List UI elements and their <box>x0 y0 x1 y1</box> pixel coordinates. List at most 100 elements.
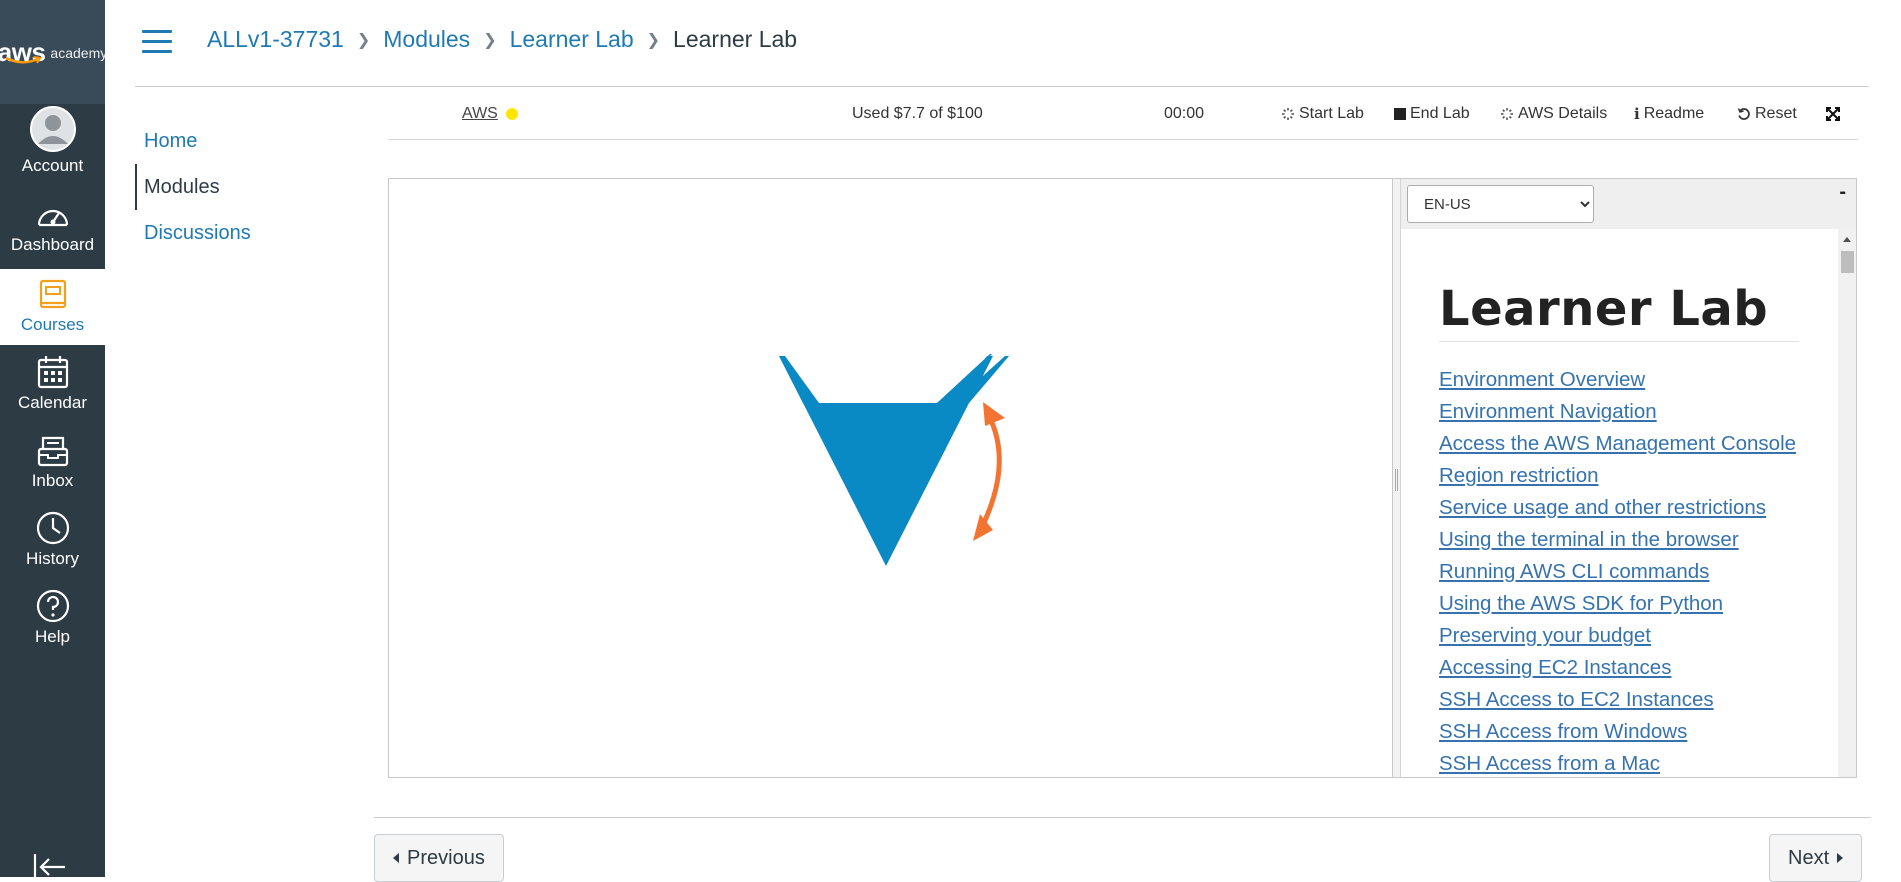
global-nav-history[interactable]: History <box>0 503 105 579</box>
stop-square-icon <box>1394 108 1406 120</box>
toc-link[interactable]: Environment Navigation <box>1439 400 1657 423</box>
expand-icon <box>1826 107 1840 121</box>
course-nav-discussions[interactable]: Discussions <box>135 210 335 256</box>
global-nav-calendar[interactable]: Calendar <box>0 347 105 423</box>
calendar-icon <box>37 347 69 389</box>
toc-link[interactable]: Preserving your budget <box>1439 624 1651 647</box>
end-lab-label: End Lab <box>1410 105 1470 122</box>
fullscreen-button[interactable] <box>1826 96 1840 132</box>
breadcrumb-separator-icon: ❯ <box>646 31 661 49</box>
toc-item: Access the AWS Management Console <box>1439 428 1799 460</box>
breadcrumb-separator-icon: ❯ <box>356 31 371 49</box>
toc-link[interactable]: Access the AWS Management Console <box>1439 432 1796 455</box>
logo-academy-text: academy <box>50 45 108 61</box>
spinner-icon <box>1501 108 1513 120</box>
scrollbar-thumb[interactable] <box>1841 251 1854 273</box>
toc-item: Preserving your budget <box>1439 620 1799 652</box>
end-lab-button[interactable]: End Lab <box>1394 96 1470 132</box>
next-label: Next <box>1788 846 1830 869</box>
reset-button[interactable]: Reset <box>1737 96 1797 132</box>
splitter-grip-icon <box>1395 469 1398 491</box>
toc-item: Using the AWS SDK for Python <box>1439 588 1799 620</box>
readme-title: Learner Lab <box>1439 281 1799 342</box>
readme-content: Learner Lab Environment Overview Environ… <box>1401 229 1856 777</box>
collapse-arrow-icon <box>33 854 65 877</box>
course-nav: Home Modules Discussions <box>135 118 335 256</box>
lab-toolbar: AWS Used $7.7 of $100 00:00 Start Lab En… <box>388 96 1858 140</box>
toc-link[interactable]: Region restriction <box>1439 464 1599 487</box>
course-nav-home[interactable]: Home <box>135 118 335 164</box>
breadcrumb-learner-lab-link[interactable]: Learner Lab <box>510 26 634 53</box>
scroll-up-arrow-icon[interactable] <box>1843 237 1851 242</box>
toc-link[interactable]: Environment Overview <box>1439 368 1645 391</box>
global-nav-label: Dashboard <box>10 235 95 254</box>
aws-console-link[interactable]: AWS <box>462 96 518 132</box>
global-nav-inbox[interactable]: Inbox <box>0 425 105 501</box>
toc-link[interactable]: SSH Access from Windows <box>1439 720 1687 743</box>
global-nav-courses[interactable]: Courses <box>0 269 105 345</box>
toc-item: SSH Access from Windows <box>1439 716 1799 748</box>
global-nav-account[interactable]: Account <box>0 106 105 186</box>
readme-scrollbar[interactable] <box>1838 229 1856 777</box>
footer-divider <box>374 817 1871 818</box>
breadcrumb-course-link[interactable]: ALLv1-37731 <box>207 26 344 53</box>
global-nav-dashboard[interactable]: Dashboard <box>0 189 105 265</box>
readme-body: Learner Lab Environment Overview Environ… <box>1439 281 1799 777</box>
start-lab-button[interactable]: Start Lab <box>1281 96 1364 132</box>
reset-label: Reset <box>1755 105 1797 122</box>
previous-label: Previous <box>407 846 485 869</box>
breadcrumb-modules-link[interactable]: Modules <box>383 26 470 53</box>
reset-icon <box>1737 108 1750 120</box>
toc-link[interactable]: SSH Access to EC2 Instances <box>1439 688 1714 711</box>
lab-frame: EN-US - Learner Lab Environment Overview… <box>388 178 1857 778</box>
caret-left-icon <box>393 853 399 863</box>
courses-icon <box>38 269 68 311</box>
account-icon <box>29 106 76 152</box>
next-button[interactable]: Next <box>1769 834 1863 882</box>
toc-link[interactable]: Using the terminal in the browser <box>1439 528 1739 551</box>
hamburger-line <box>142 40 172 43</box>
toc-item: SSH Access from a Mac <box>1439 748 1799 777</box>
help-icon <box>36 581 70 623</box>
global-nav-label: Account <box>21 156 84 175</box>
header-divider <box>135 86 1869 87</box>
aws-details-button[interactable]: AWS Details <box>1500 96 1607 132</box>
toc-link[interactable]: Using the AWS SDK for Python <box>1439 592 1723 615</box>
toc-item: Region restriction <box>1439 460 1799 492</box>
history-icon <box>36 503 70 545</box>
toc-link[interactable]: Accessing EC2 Instances <box>1439 656 1671 679</box>
session-timer: 00:00 <box>1164 105 1205 122</box>
toc-link[interactable]: Service usage and other restrictions <box>1439 496 1766 519</box>
readme-toc: Environment Overview Environment Navigat… <box>1439 364 1799 777</box>
aws-academy-logo[interactable]: aws academy <box>0 0 108 104</box>
collapse-nav-button[interactable] <box>32 850 72 877</box>
global-nav-help[interactable]: Help <box>0 581 105 657</box>
course-menu-toggle-button[interactable] <box>142 30 172 54</box>
lab-console-pane[interactable] <box>389 179 1393 777</box>
toc-link[interactable]: Running AWS CLI commands <box>1439 560 1709 583</box>
toc-item: SSH Access to EC2 Instances <box>1439 684 1799 716</box>
toc-link[interactable]: SSH Access from a Mac <box>1439 752 1660 775</box>
hamburger-line <box>142 30 172 33</box>
toc-item: Accessing EC2 Instances <box>1439 652 1799 684</box>
dashboard-icon <box>36 189 70 231</box>
start-lab-label: Start Lab <box>1299 105 1364 122</box>
hamburger-line <box>142 50 172 53</box>
previous-button[interactable]: Previous <box>374 834 504 882</box>
spinner-icon <box>1282 108 1294 120</box>
minimize-readme-button[interactable]: - <box>1839 181 1846 204</box>
global-nav: aws academy Account Dashboard Courses Ca… <box>0 0 108 877</box>
toc-item: Running AWS CLI commands <box>1439 556 1799 588</box>
breadcrumb-current: Learner Lab <box>673 26 798 52</box>
readme-button[interactable]: i Readme <box>1634 96 1704 132</box>
inbox-icon <box>37 425 69 467</box>
course-nav-modules[interactable]: Modules <box>135 164 335 210</box>
aws-link-label: AWS <box>462 105 498 122</box>
budget-status: Used $7.7 of $100 <box>852 105 983 122</box>
readme-pane: EN-US - Learner Lab Environment Overview… <box>1401 179 1856 777</box>
aws-smile-icon <box>5 56 42 64</box>
pane-splitter-handle[interactable] <box>1393 179 1401 777</box>
lab-status-dot <box>505 108 518 120</box>
language-select[interactable]: EN-US <box>1407 185 1594 223</box>
global-nav-label: Inbox <box>31 471 74 490</box>
